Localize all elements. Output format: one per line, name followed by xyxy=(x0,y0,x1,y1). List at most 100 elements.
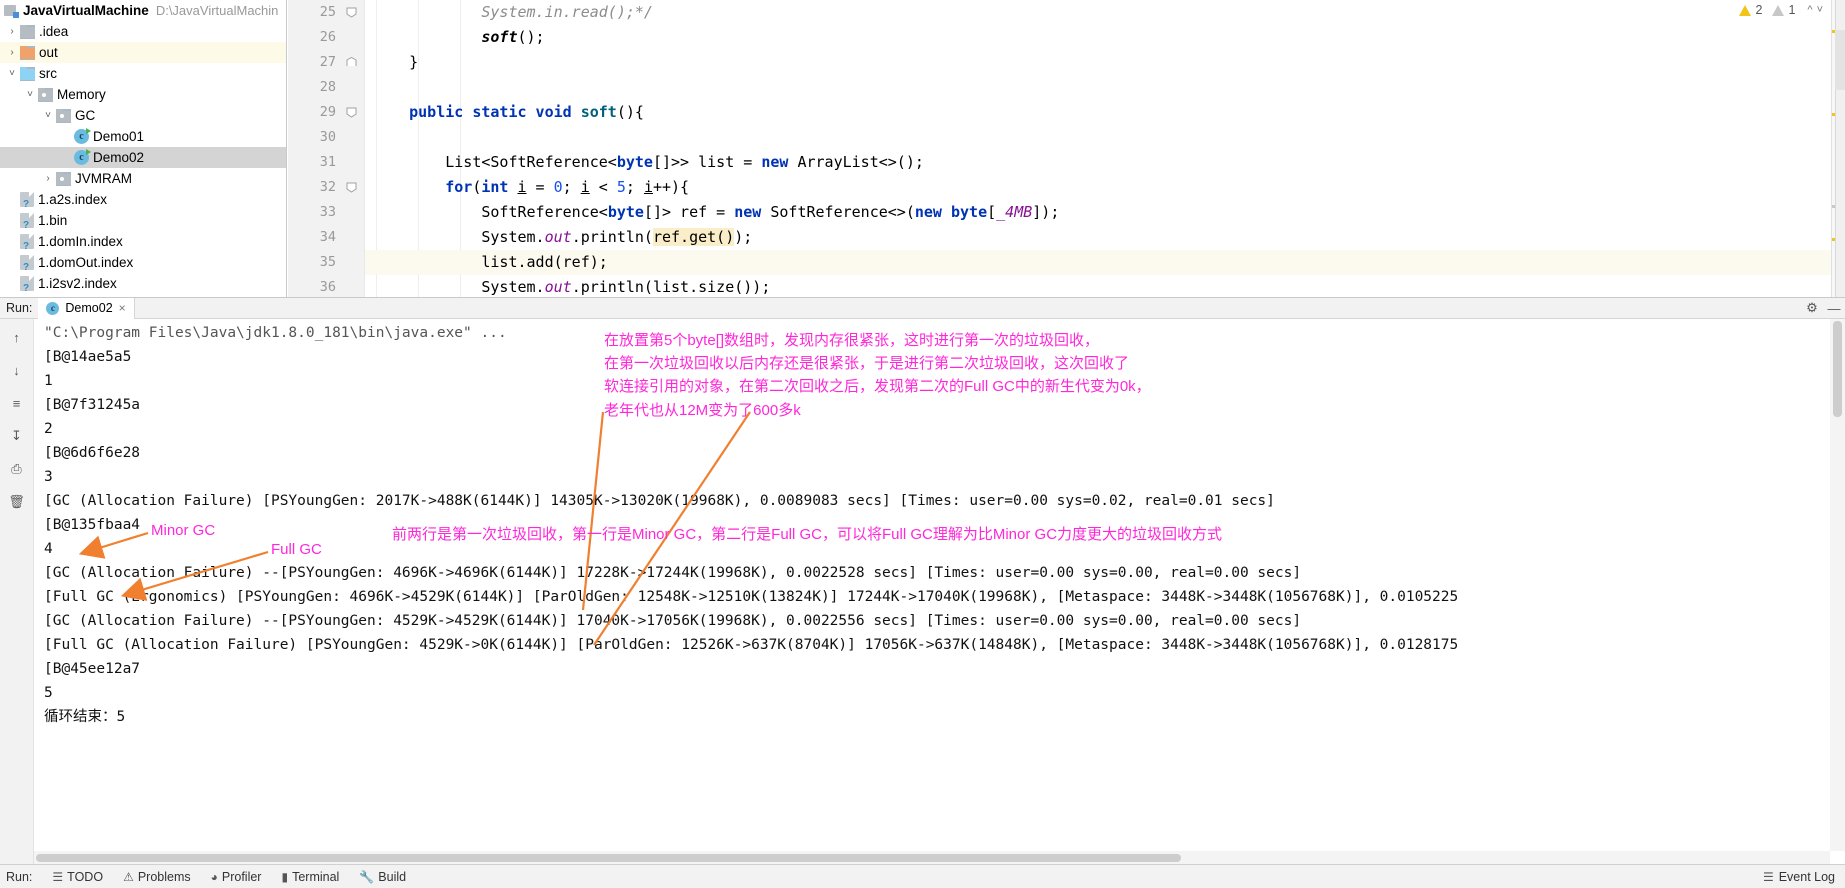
chevron-right-icon[interactable]: › xyxy=(4,26,20,37)
weak-warning-count: 1 xyxy=(1788,3,1796,17)
code-line-36[interactable]: System.out.println(list.size()); xyxy=(373,275,770,297)
line-number: 27 xyxy=(319,54,336,70)
console-line: [B@6d6f6e28 xyxy=(44,445,141,461)
code-line-32[interactable]: for(int i = 0; i < 5; i++){ xyxy=(373,175,689,200)
print-icon[interactable]: ⎙ xyxy=(6,459,28,479)
inspection-widget[interactable]: 2 1 ^ ˅ xyxy=(1739,3,1823,17)
status-item-build[interactable]: 🔧 Build xyxy=(349,865,416,888)
tree-item-memory[interactable]: ˅ Memory xyxy=(0,84,286,105)
run-tab-demo02[interactable]: c Demo02 × xyxy=(38,297,135,319)
status-item-terminal[interactable]: ▮ Terminal xyxy=(271,865,349,888)
code-line-34[interactable]: System.out.println(ref.get()); xyxy=(373,225,752,250)
tree-item-1-i2sv2-index[interactable]: ›1.i2sv2.index xyxy=(0,273,286,294)
status-item-profiler[interactable]: ◕ Profiler xyxy=(201,865,272,888)
chevron-down-icon[interactable]: ˅ xyxy=(40,110,56,121)
tree-item-label: out xyxy=(39,45,58,60)
code-token: list.add(ref); xyxy=(481,253,608,271)
gear-icon[interactable]: ⚙ xyxy=(1801,298,1823,319)
profiler-icon: ◕ xyxy=(210,869,218,884)
close-icon[interactable]: × xyxy=(119,301,126,315)
tree-item-1-bin[interactable]: ›1.bin xyxy=(0,210,286,231)
code-line-31[interactable]: List<SoftReference<byte[]>> list = new A… xyxy=(373,150,924,175)
console-horizontal-scrollbar[interactable] xyxy=(34,851,1830,864)
tree-item-gc[interactable]: ˅ GC xyxy=(0,105,286,126)
editor-gutter[interactable]: 25 26 27 28 29 30 31 32 33 34 35 36 xyxy=(288,0,365,297)
tree-item-1-a2s-index[interactable]: ›1.a2s.index xyxy=(0,189,286,210)
project-tree-panel[interactable]: JavaVirtualMachine D:\JavaVirtualMachin … xyxy=(0,0,287,297)
tree-item-jvmram[interactable]: › JVMRAM xyxy=(0,168,286,189)
tree-item-demo01[interactable]: ›cDemo01 xyxy=(0,126,286,147)
scroll-up-icon[interactable]: ↑ xyxy=(6,327,28,347)
tree-item-label: 1.bin xyxy=(38,213,68,228)
tree-item-out[interactable]: › out xyxy=(0,42,286,63)
code-fold-icon[interactable] xyxy=(346,7,358,19)
code-fold-icon[interactable] xyxy=(346,107,358,119)
run-side-toolbar[interactable]: ↑ ↓ ≡ ↧ ⎙ 🗑 xyxy=(0,319,34,864)
code-token: < xyxy=(589,178,617,196)
chevron-down-icon[interactable]: ˅ xyxy=(22,89,38,100)
line-number: 29 xyxy=(319,104,336,120)
chevron-down-icon[interactable]: ˅ xyxy=(1817,4,1823,16)
folder-icon xyxy=(20,24,35,39)
chevron-up-icon[interactable]: ^ xyxy=(1807,4,1812,16)
status-item-problems[interactable]: ⚠ Problems xyxy=(113,865,201,888)
code-editor[interactable]: 25 26 27 28 29 30 31 32 33 34 35 36 System.in.read(… xyxy=(288,0,1845,297)
code-token: _4MB xyxy=(996,203,1033,221)
tree-item-src[interactable]: ˅ src xyxy=(0,63,286,84)
code-fold-icon[interactable] xyxy=(346,182,358,194)
line-number: 32 xyxy=(319,179,336,195)
tree-item-1-domin-index[interactable]: ›1.domIn.index xyxy=(0,231,286,252)
tree-item-label: 1.a2s.index xyxy=(38,192,108,207)
code-line-29[interactable]: public static void soft(){ xyxy=(373,100,644,125)
soft-wrap-icon[interactable]: ≡ xyxy=(6,393,28,413)
console-line: [Full GC (Ergonomics) [PSYoungGen: 4696K… xyxy=(44,589,1459,605)
chevron-right-icon[interactable]: › xyxy=(40,173,56,184)
tree-item-demo02[interactable]: ›cDemo02 xyxy=(0,147,286,168)
tree-item-label: GC xyxy=(75,108,96,123)
editor-code-area[interactable]: System.in.read();*/ soft(); } public sta… xyxy=(365,0,1845,297)
code-token: ; xyxy=(625,178,644,196)
status-item-todo[interactable]: ☰ TODO xyxy=(42,865,113,888)
tree-item--idea[interactable]: › .idea xyxy=(0,21,286,42)
project-path: D:\JavaVirtualMachin xyxy=(155,3,279,18)
folder-icon xyxy=(20,45,35,60)
code-token: 5 xyxy=(616,178,626,196)
event-log-button[interactable]: ☰ Event Log xyxy=(1763,870,1845,884)
chevron-down-icon[interactable]: ˅ xyxy=(4,68,20,79)
ide-window: JavaVirtualMachine D:\JavaVirtualMachin … xyxy=(0,0,1845,888)
console-vertical-scrollbar[interactable] xyxy=(1830,319,1845,851)
console-line: [GC (Allocation Failure) [PSYoungGen: 20… xyxy=(44,493,1275,509)
chevron-right-icon[interactable]: › xyxy=(4,47,20,58)
right-tool-tab[interactable] xyxy=(1835,30,1845,90)
code-token: ++){ xyxy=(652,178,690,196)
code-token: System. xyxy=(481,228,545,246)
unknown-file-icon xyxy=(20,213,34,231)
console-line: [GC (Allocation Failure) --[PSYoungGen: … xyxy=(44,613,1302,629)
console-output[interactable]: "C:\Program Files\Java\jdk1.8.0_181\bin\… xyxy=(34,319,1830,851)
code-line-33[interactable]: SoftReference<byte[]> ref = new SoftRefe… xyxy=(373,200,1059,225)
console-line: 1 xyxy=(44,373,53,389)
minimize-icon[interactable]: — xyxy=(1823,298,1845,319)
package-icon xyxy=(56,171,71,186)
scroll-to-end-icon[interactable]: ↧ xyxy=(6,426,28,446)
console-line: [B@135fbaa4 xyxy=(44,517,141,533)
code-line-35[interactable]: list.add(ref); xyxy=(373,250,608,275)
console-line: 2 xyxy=(44,421,53,437)
code-fold-icon[interactable] xyxy=(346,57,358,69)
scroll-down-icon[interactable]: ↓ xyxy=(6,360,28,380)
code-token: } xyxy=(409,53,419,71)
code-line-27[interactable]: } xyxy=(373,50,418,75)
code-line-26[interactable]: soft(); xyxy=(373,25,544,50)
tree-item-label: src xyxy=(39,66,57,81)
code-token: ref.get() xyxy=(652,228,735,246)
tree-item-label: Demo01 xyxy=(93,129,145,144)
code-token: new xyxy=(734,203,771,221)
tree-item-1-domout-index[interactable]: ›1.domOut.index xyxy=(0,252,286,273)
code-line-25[interactable]: System.in.read();*/ xyxy=(373,0,653,25)
status-run-label[interactable]: Run: xyxy=(0,865,42,888)
clear-all-icon[interactable]: 🗑 xyxy=(6,492,28,512)
line-number: 33 xyxy=(319,204,336,220)
project-root-row[interactable]: JavaVirtualMachine D:\JavaVirtualMachin xyxy=(0,0,286,21)
console-line: "C:\Program Files\Java\jdk1.8.0_181\bin\… xyxy=(44,325,507,341)
warning-icon xyxy=(1739,4,1752,16)
